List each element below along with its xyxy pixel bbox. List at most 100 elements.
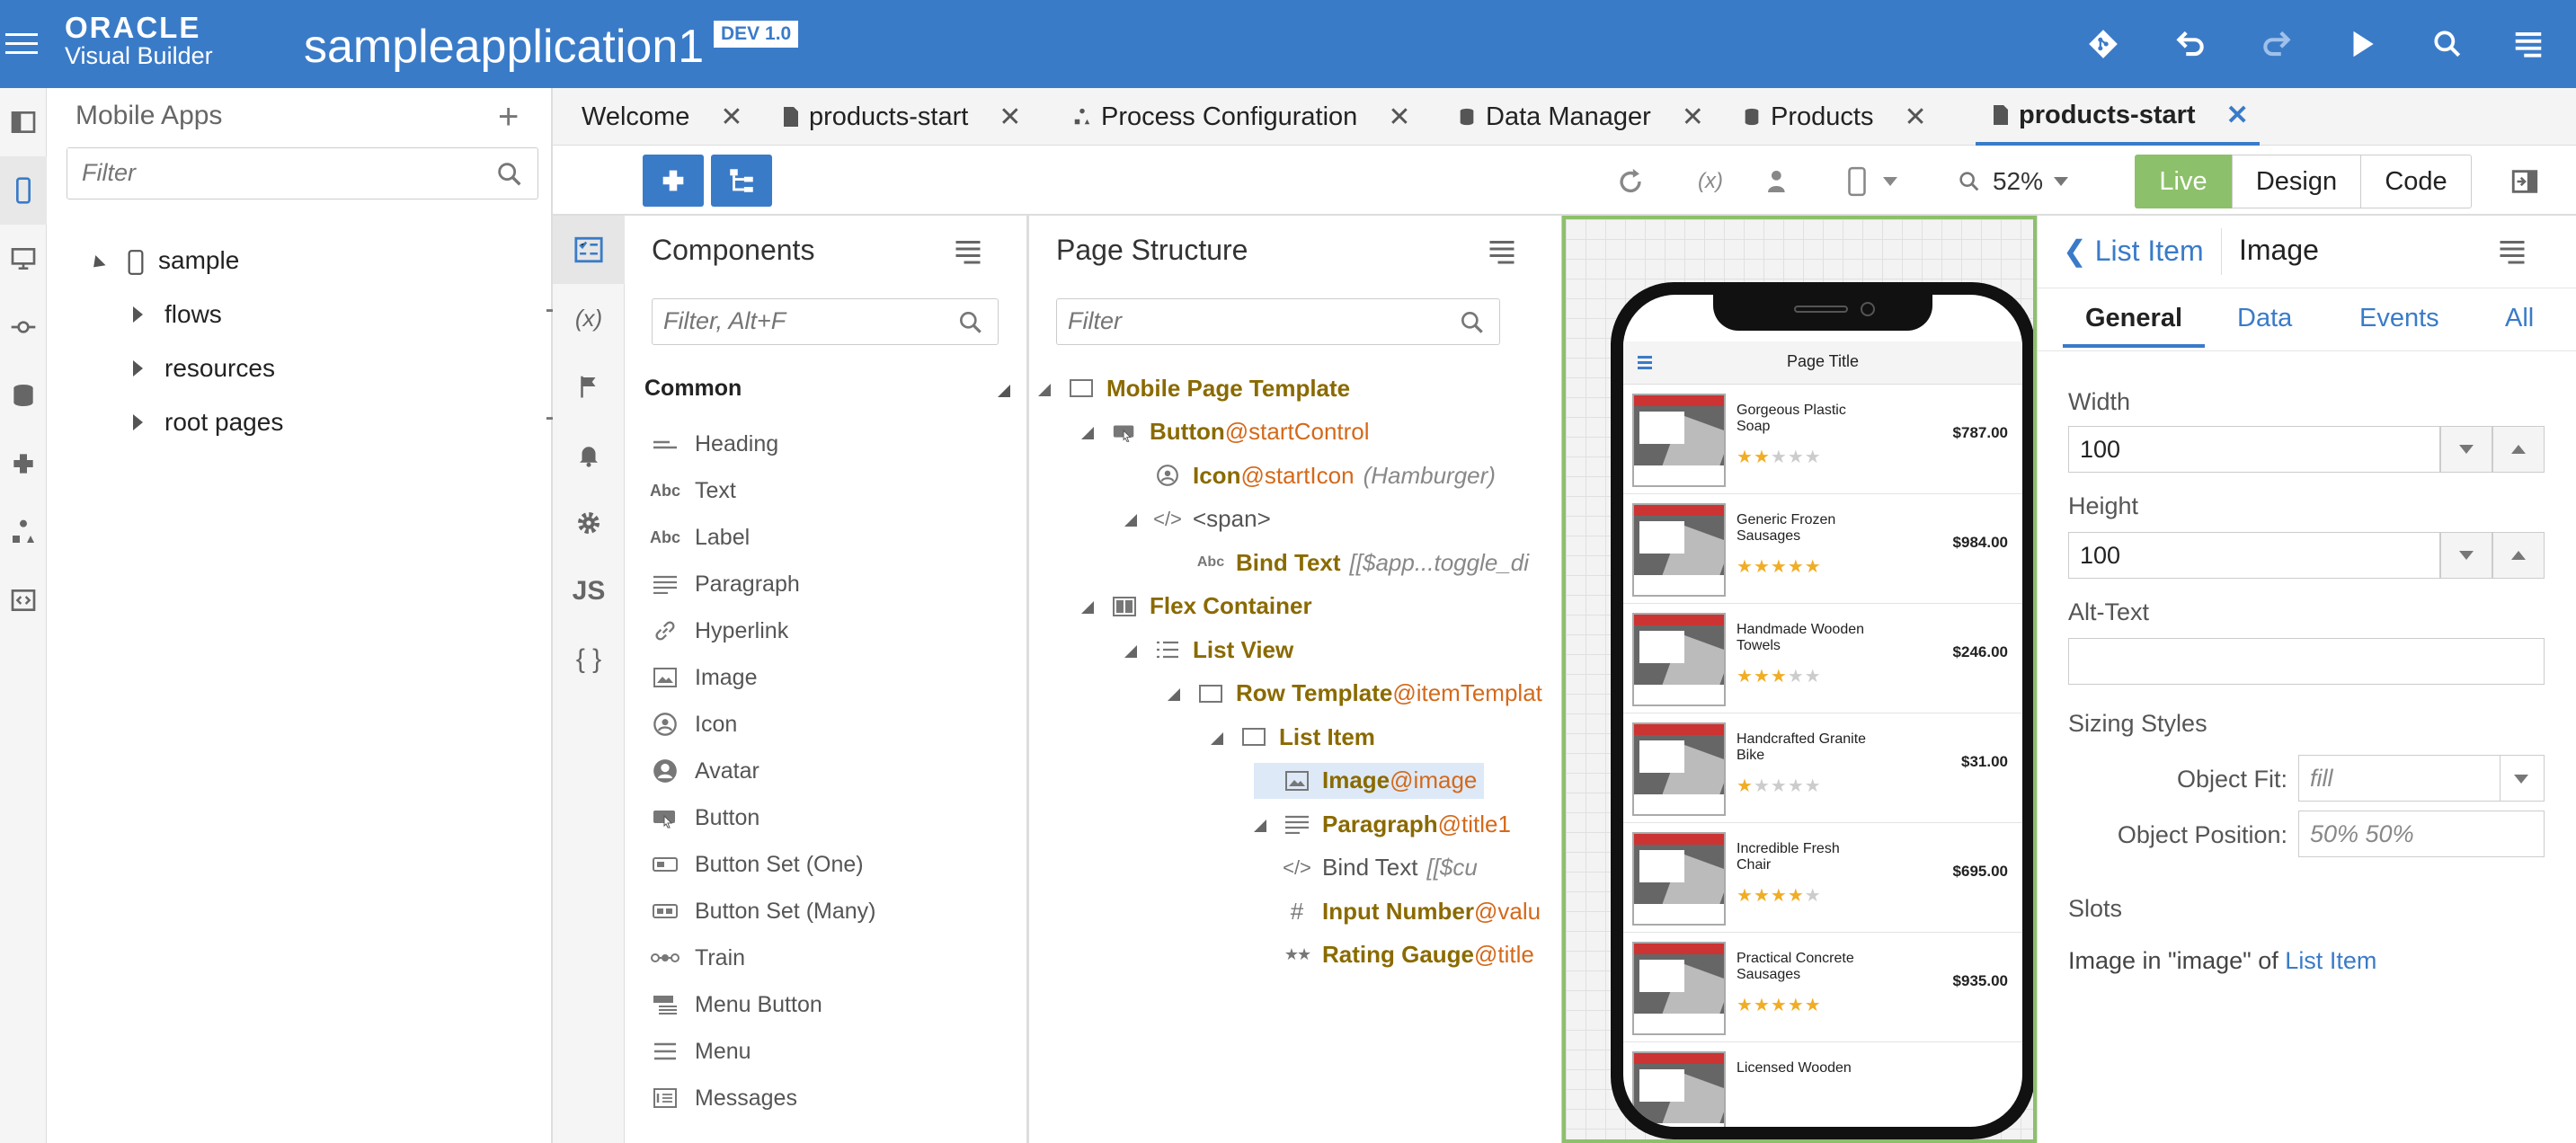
close-icon[interactable]: ✕: [1682, 102, 1704, 133]
tree-node-root-pages[interactable]: root pages: [133, 408, 283, 437]
rating-gauge[interactable]: ★★★★★: [1737, 446, 1822, 468]
panel-menu-icon[interactable]: [952, 235, 984, 268]
structure-node[interactable]: Button @startControl: [1081, 414, 1370, 450]
tree-node-flows[interactable]: flows: [133, 300, 222, 329]
expanded-arrow-icon[interactable]: [1254, 811, 1279, 838]
structure-filter-input[interactable]: [1057, 299, 1435, 342]
structure-filter[interactable]: [1056, 298, 1500, 345]
expanded-arrow-icon[interactable]: [1124, 505, 1150, 533]
increment-width-button[interactable]: [2492, 426, 2545, 473]
tab-general[interactable]: General: [2063, 304, 2205, 348]
collapsed-arrow-icon[interactable]: [133, 306, 143, 323]
rating-gauge[interactable]: ★★★★★: [1737, 555, 1822, 578]
tab-products-start[interactable]: products-start ✕: [782, 88, 1021, 146]
close-icon[interactable]: ✕: [720, 102, 742, 133]
tree-node-resources[interactable]: resources: [133, 354, 275, 383]
structure-node[interactable]: Abc Bind Text [[$app...toggle_di: [1168, 545, 1529, 580]
structure-node[interactable]: Paragraph @title1: [1254, 806, 1511, 842]
increment-height-button[interactable]: [2492, 532, 2545, 579]
phone-screen[interactable]: Page Title Gorgeous Plastic Soap ★★★★★ $78…: [1623, 295, 2022, 1127]
close-icon[interactable]: ✕: [1904, 102, 1926, 133]
expanded-arrow-icon[interactable]: [1168, 679, 1193, 707]
chevron-down-icon[interactable]: [2514, 775, 2528, 784]
section-common[interactable]: Common: [644, 376, 742, 402]
user-roles-icon[interactable]: [1757, 160, 1800, 203]
tab-products-start-active[interactable]: products-start ✕: [1976, 88, 2260, 146]
mobile-apps-icon[interactable]: [0, 156, 47, 225]
close-icon[interactable]: ✕: [2226, 100, 2249, 131]
structure-node[interactable]: List Item: [1211, 719, 1375, 755]
component-item[interactable]: Menu: [650, 1033, 751, 1069]
components-toggle-button[interactable]: [643, 155, 704, 207]
component-item[interactable]: Button: [650, 800, 759, 836]
expanded-arrow-icon[interactable]: [1038, 375, 1063, 403]
component-item[interactable]: Paragraph: [650, 566, 800, 602]
structure-node[interactable]: List View: [1124, 632, 1293, 668]
rating-gauge[interactable]: ★★★★★: [1737, 665, 1822, 687]
structure-node[interactable]: Icon @startIcon (Hamburger): [1124, 457, 1496, 493]
device-selector[interactable]: [1835, 160, 1907, 203]
app-title[interactable]: sampleapplication1: [304, 20, 704, 74]
product-list-item[interactable]: Licensed Wooden: [1623, 1042, 2022, 1127]
settings-gear-icon[interactable]: [553, 489, 625, 557]
tab-data[interactable]: Data: [2237, 304, 2292, 333]
expanded-arrow-icon[interactable]: [1081, 592, 1106, 620]
toggle-properties-icon[interactable]: [2503, 160, 2546, 203]
component-item[interactable]: Train: [650, 940, 745, 976]
page-designer-icon[interactable]: [553, 216, 625, 284]
product-list-item[interactable]: Practical Concrete Sausages ★★★★★ $935.00: [1623, 933, 2022, 1042]
tab-data-manager[interactable]: Data Manager ✕: [1457, 88, 1704, 146]
flag-icon[interactable]: [553, 352, 625, 421]
redo-icon[interactable]: [2254, 22, 2299, 66]
component-item[interactable]: Image: [650, 660, 757, 696]
product-list-item[interactable]: Handmade Wooden Towels ★★★★★ $246.00: [1623, 604, 2022, 713]
add-mobile-app-icon[interactable]: +: [498, 97, 519, 137]
navigator-filter[interactable]: [67, 147, 538, 199]
tab-events[interactable]: Events: [2359, 304, 2439, 333]
refresh-icon[interactable]: [1609, 160, 1652, 203]
services-icon[interactable]: [0, 293, 47, 361]
structure-node[interactable]: Mobile Page Template: [1038, 370, 1350, 406]
product-list-item[interactable]: Handcrafted Granite Bike ★★★★★ $31.00: [1623, 713, 2022, 823]
section-collapse-icon[interactable]: [998, 385, 1010, 397]
undo-icon[interactable]: [2168, 22, 2213, 66]
width-input[interactable]: 100: [2068, 426, 2440, 473]
structure-node[interactable]: ★★ Rating Gauge @title: [1254, 937, 1534, 973]
component-item[interactable]: Heading: [650, 426, 778, 462]
structure-node[interactable]: </> <span>: [1124, 501, 1271, 537]
rating-gauge[interactable]: ★★★★★: [1737, 884, 1822, 907]
components-filter[interactable]: [652, 298, 999, 345]
component-item[interactable]: Abc Label: [650, 519, 750, 555]
alt-text-input[interactable]: [2068, 638, 2545, 685]
web-apps-icon[interactable]: [0, 225, 47, 293]
javascript-icon[interactable]: JS: [553, 557, 625, 625]
structure-node[interactable]: # Input Number @valu: [1254, 893, 1541, 929]
product-list-item[interactable]: Incredible Fresh Chair ★★★★★ $695.00: [1623, 823, 2022, 933]
design-mode-button[interactable]: Design: [2232, 155, 2361, 208]
slots-list-item-link[interactable]: List Item: [2285, 947, 2376, 974]
expanded-arrow-icon[interactable]: [1081, 418, 1106, 446]
tab-process-configuration[interactable]: Process Configuration ✕: [1072, 88, 1410, 146]
close-icon[interactable]: ✕: [999, 102, 1021, 133]
structure-toggle-button[interactable]: [711, 155, 772, 207]
tab-all[interactable]: All: [2505, 304, 2534, 333]
expanded-arrow-icon[interactable]: [1124, 636, 1150, 664]
components-filter-input[interactable]: [653, 299, 940, 342]
expanded-arrow-icon[interactable]: [88, 254, 106, 273]
zoom-selector[interactable]: 52%: [1950, 158, 2075, 205]
design-canvas[interactable]: Page Title Gorgeous Plastic Soap ★★★★★ $78…: [1562, 216, 2037, 1143]
component-item[interactable]: Avatar: [650, 753, 759, 789]
run-icon[interactable]: [2340, 22, 2385, 66]
panel-menu-icon[interactable]: [1486, 235, 1518, 268]
component-item[interactable]: Abc Text: [650, 473, 736, 509]
decrement-height-button[interactable]: [2440, 532, 2492, 579]
search-icon[interactable]: [2425, 22, 2470, 66]
bell-icon[interactable]: [553, 421, 625, 489]
component-item[interactable]: Button Set (One): [650, 846, 864, 882]
live-mode-button[interactable]: Live: [2135, 155, 2232, 208]
collapse-navigator-icon[interactable]: [0, 88, 47, 156]
menu-icon[interactable]: [2506, 22, 2551, 66]
component-item[interactable]: Button Set (Many): [650, 893, 875, 929]
variables-icon[interactable]: (x): [553, 284, 625, 352]
object-position-input[interactable]: 50% 50%: [2298, 811, 2545, 857]
